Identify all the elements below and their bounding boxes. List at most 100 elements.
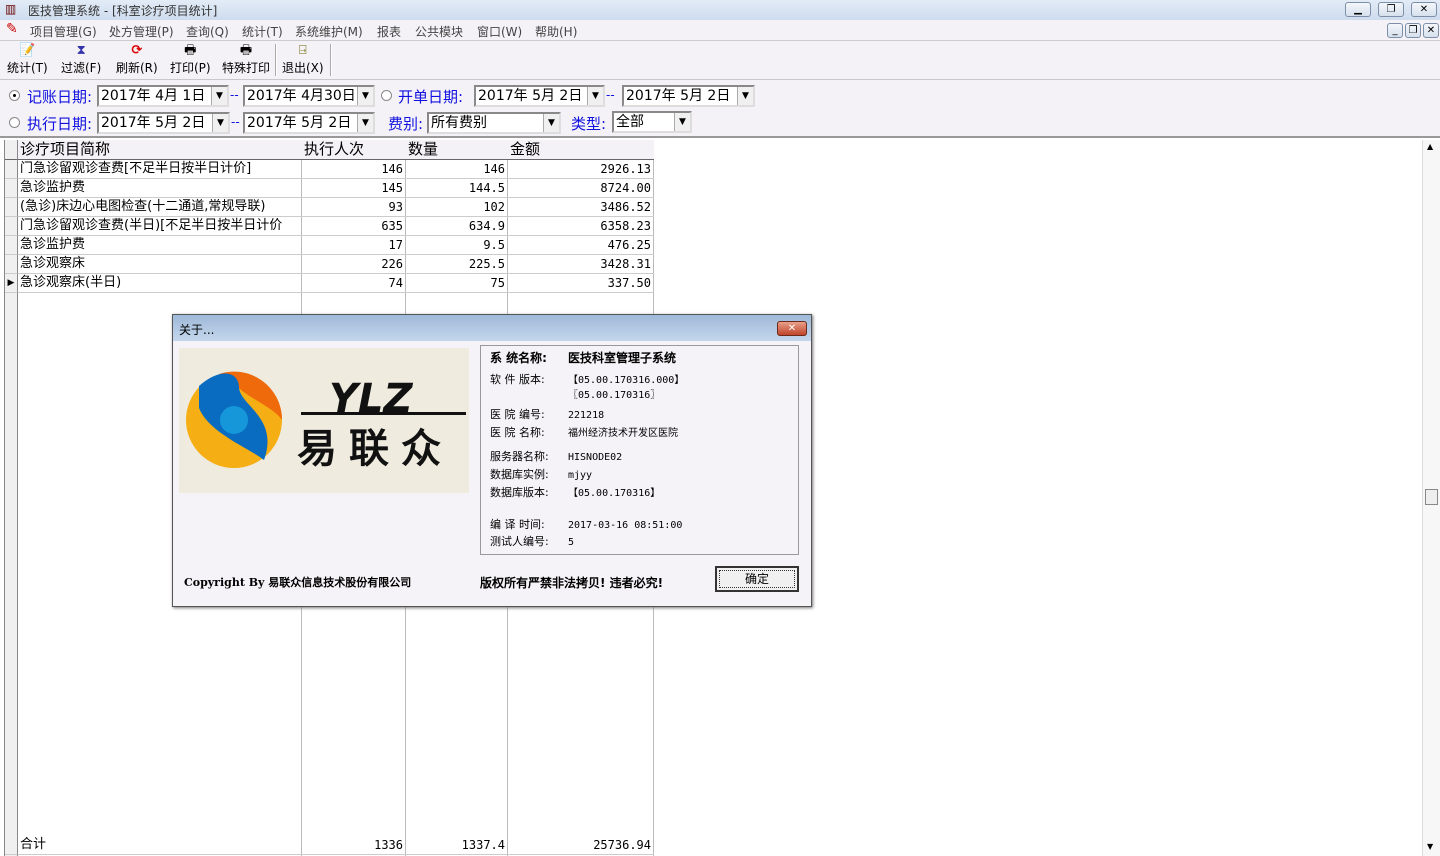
stats-button[interactable]: 📝 统计(T): [7, 43, 48, 76]
row-indicator[interactable]: [5, 836, 18, 855]
table-cell[interactable]: 225.5: [406, 255, 508, 274]
table-cell[interactable]: 8724.00: [508, 179, 654, 198]
chevron-down-icon[interactable]: ▼: [211, 87, 227, 105]
ok-button[interactable]: 确定: [715, 566, 799, 592]
table-cell[interactable]: 6358.23: [508, 217, 654, 236]
bookkeeping-date-radio[interactable]: [9, 90, 20, 101]
hourglass-icon: ⧗: [76, 43, 86, 58]
filter-button[interactable]: ⧗ 过滤(F): [61, 43, 101, 76]
close-button[interactable]: ✕: [1411, 2, 1437, 17]
mdi-minimize-button[interactable]: _: [1387, 23, 1403, 38]
chevron-down-icon[interactable]: ▼: [587, 87, 603, 105]
chevron-down-icon[interactable]: ▼: [357, 114, 373, 132]
restore-button[interactable]: ❐: [1378, 2, 1404, 17]
mdi-restore-button[interactable]: ❐: [1405, 23, 1421, 38]
exit-icon: ⍈: [298, 43, 307, 58]
table-cell[interactable]: 635: [302, 217, 406, 236]
mdi-doc-icon: ✎: [6, 21, 18, 37]
chevron-down-icon[interactable]: ▼: [543, 114, 559, 132]
table-cell[interactable]: 门急诊留观诊查费[不足半日按半日计价]: [18, 160, 302, 179]
table-cell[interactable]: 634.9: [406, 217, 508, 236]
table-cell[interactable]: 急诊观察床: [18, 255, 302, 274]
app-icon: ▥: [5, 2, 17, 16]
table-cell[interactable]: 诊疗项目简称: [18, 140, 302, 160]
table-cell[interactable]: 75: [406, 274, 508, 293]
print-button[interactable]: 🖶 打印(P): [170, 43, 211, 76]
row-indicator[interactable]: [5, 198, 18, 217]
bookkeeping-date-to[interactable]: 2017年 4月30日 ▼: [243, 85, 375, 107]
table-cell[interactable]: 9.5: [406, 236, 508, 255]
vertical-scrollbar[interactable]: ▲ ▼: [1422, 140, 1440, 856]
table-cell[interactable]: 门急诊留观诊查费(半日)[不足半日按半日计价: [18, 217, 302, 236]
scroll-down-icon[interactable]: ▼: [1427, 842, 1433, 851]
menu-prescription[interactable]: 处方管理(P): [109, 23, 174, 40]
system-info-panel: 系 统名称: 医技科室管理子系统软 件 版本: 【05.00.170316.000】…: [480, 345, 799, 555]
table-cell[interactable]: 数量: [406, 140, 508, 160]
table-cell[interactable]: 144.5: [406, 179, 508, 198]
table-cell[interactable]: 226: [302, 255, 406, 274]
table-cell[interactable]: 金额: [508, 140, 654, 160]
table-cell[interactable]: 合计: [18, 836, 302, 855]
row-indicator[interactable]: ▶: [5, 274, 18, 293]
chevron-down-icon[interactable]: ▼: [737, 87, 753, 105]
table-cell[interactable]: 2926.13: [508, 160, 654, 179]
menu-query[interactable]: 查询(Q): [186, 23, 229, 40]
table-cell[interactable]: 1337.4: [406, 836, 508, 855]
menu-help[interactable]: 帮助(H): [535, 23, 577, 40]
exec-date-to[interactable]: 2017年 5月 2日 ▼: [243, 112, 375, 134]
row-indicator[interactable]: [5, 179, 18, 198]
table-cell[interactable]: 急诊监护费: [18, 236, 302, 255]
row-indicator[interactable]: [5, 160, 18, 179]
scroll-thumb[interactable]: [1425, 489, 1438, 505]
dialog-close-button[interactable]: ✕: [777, 321, 807, 336]
menu-reports[interactable]: 报表: [377, 23, 401, 40]
menu-project[interactable]: 项目管理(G): [30, 23, 97, 40]
table-cell[interactable]: 145: [302, 179, 406, 198]
table-cell[interactable]: 急诊观察床(半日): [18, 274, 302, 293]
table-cell[interactable]: 146: [406, 160, 508, 179]
special-print-button[interactable]: 🖶 特殊打印: [222, 43, 270, 76]
table-cell[interactable]: 146: [302, 160, 406, 179]
order-date-from[interactable]: 2017年 5月 2日 ▼: [474, 85, 605, 107]
info-row: 〖05.00.170316〗: [568, 390, 661, 401]
info-row: 服务器名称: HISNODE02: [490, 450, 623, 463]
scroll-up-icon[interactable]: ▲: [1427, 142, 1433, 151]
table-cell[interactable]: 3428.31: [508, 255, 654, 274]
table-cell[interactable]: 1336: [302, 836, 406, 855]
table-cell[interactable]: 25736.94: [508, 836, 654, 855]
menu-window[interactable]: 窗口(W): [477, 23, 522, 40]
mdi-close-button[interactable]: ✕: [1423, 23, 1439, 38]
menu-maintenance[interactable]: 系统维护(M): [295, 23, 363, 40]
bookkeeping-date-label: 记账日期:: [27, 88, 93, 106]
chevron-down-icon[interactable]: ▼: [357, 87, 373, 105]
exec-date-from[interactable]: 2017年 5月 2日 ▼: [97, 112, 230, 134]
table-cell[interactable]: 74: [302, 274, 406, 293]
table-cell[interactable]: 17: [302, 236, 406, 255]
minimize-button[interactable]: ▁: [1345, 2, 1371, 17]
chevron-down-icon[interactable]: ▼: [674, 113, 690, 131]
table-cell[interactable]: 3486.52: [508, 198, 654, 217]
menu-stats[interactable]: 统计(T): [242, 23, 283, 40]
table-cell[interactable]: 执行人次: [302, 140, 406, 160]
row-indicator[interactable]: [5, 255, 18, 274]
table-cell[interactable]: 急诊监护费: [18, 179, 302, 198]
menu-public[interactable]: 公共模块: [415, 23, 463, 40]
exec-date-radio[interactable]: [9, 117, 20, 128]
refresh-button[interactable]: ⟳ 刷新(R): [116, 43, 158, 76]
chevron-down-icon[interactable]: ▼: [212, 114, 228, 132]
table-cell[interactable]: 337.50: [508, 274, 654, 293]
table-cell[interactable]: (急诊)床边心电图检查(十二通道,常规导联): [18, 198, 302, 217]
row-indicator[interactable]: [5, 140, 18, 160]
category-select[interactable]: 全部 ▼: [612, 111, 692, 133]
table-cell[interactable]: 476.25: [508, 236, 654, 255]
table-cell[interactable]: 102: [406, 198, 508, 217]
exit-button[interactable]: ⍈ 退出(X): [282, 43, 324, 76]
order-date-radio[interactable]: [381, 90, 392, 101]
bookkeeping-date-from[interactable]: 2017年 4月 1日 ▼: [97, 85, 229, 107]
row-indicator[interactable]: [5, 236, 18, 255]
order-date-to[interactable]: 2017年 5月 2日 ▼: [622, 85, 755, 107]
table-cell[interactable]: 93: [302, 198, 406, 217]
fee-type-select[interactable]: 所有费别 ▼: [427, 112, 561, 134]
row-indicator[interactable]: [5, 217, 18, 236]
title-bar: ▥ 医技管理系统 - [科室诊疗项目统计] ▁ ❐ ✕: [0, 0, 1440, 20]
